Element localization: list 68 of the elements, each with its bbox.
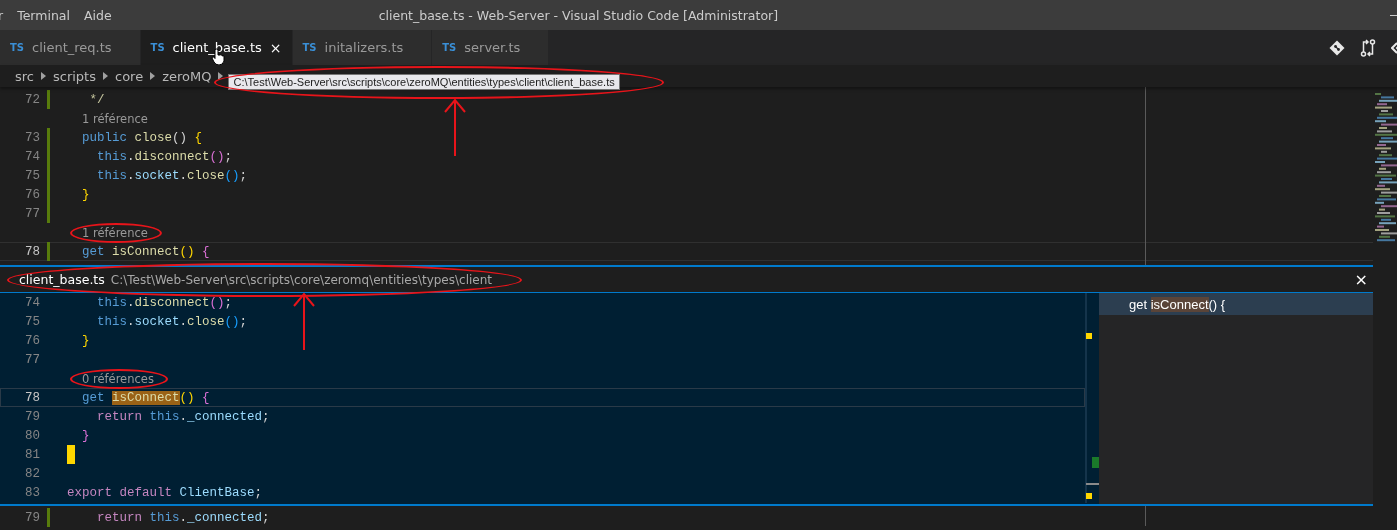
window-title: client_base.ts - Web-Server - Visual Studio Code [Administrator] [378, 7, 779, 23]
line-number: 78 [24, 390, 40, 405]
code-line: } [81, 333, 90, 348]
breadcrumb-item[interactable]: zeroMQ [162, 68, 212, 84]
chevron-icon [150, 72, 156, 80]
reference-count-link[interactable]: 0 références [82, 372, 154, 386]
line-number: 77 [24, 206, 40, 221]
line-number: 79 [24, 510, 40, 525]
code-line: this.socket.close(); [96, 168, 248, 183]
code-line: get isConnect() { [81, 390, 210, 405]
editor-tab[interactable]: TS client_base.ts × [140, 30, 293, 65]
breadcrumb-item[interactable]: scripts [53, 68, 96, 84]
editor-tab[interactable]: TS initalizers.ts [292, 30, 433, 65]
typescript-file-icon: TS [302, 42, 317, 53]
code-line: get isConnect() { [81, 244, 210, 259]
breadcrumb-item[interactable]: src [15, 68, 34, 84]
line-number: 73 [24, 130, 40, 145]
code-line: return this._connected; [96, 409, 270, 424]
code-line: return this._connected; [96, 510, 270, 525]
close-icon[interactable]: × [269, 39, 282, 56]
chevron-icon [41, 72, 46, 80]
line-number: 79 [24, 409, 40, 424]
editor-tab[interactable]: TS client_req.ts [0, 30, 141, 65]
line-number: 76 [24, 187, 40, 202]
chevron-icon [103, 72, 108, 80]
typescript-file-icon: TS [150, 42, 165, 53]
tab-label: client_base.ts [172, 40, 262, 55]
code-line: */ [88, 92, 105, 107]
peek-file-name: client_base.ts [19, 272, 105, 287]
reference-count-link[interactable]: 1 référence [82, 226, 148, 240]
peek-file-path: C:\Test\Web-Server\src\scripts\core\zeromq\entities\types\client [110, 273, 492, 287]
code-line: this.disconnect(); [96, 295, 233, 310]
line-number: 76 [24, 333, 40, 348]
code-line: } [81, 428, 90, 443]
chevron-icon [218, 72, 224, 80]
line-number: 77 [24, 352, 40, 367]
path-tooltip: C:\Test\Web-Server\src\scripts\core\zeroMQ\entities\types\client\client_base.ts [228, 74, 620, 90]
reference-count-link[interactable]: 1 référence [82, 112, 148, 126]
menu-item[interactable]: r [0, 7, 4, 23]
close-button[interactable]: × [1354, 270, 1368, 289]
minimize-icon[interactable] [1390, 14, 1397, 16]
line-number: 82 [24, 466, 40, 481]
tab-label: client_req.ts [32, 40, 112, 55]
tab-label: server.ts [464, 40, 521, 55]
code-line: } [81, 187, 90, 202]
reference-item[interactable]: get isConnect() { [1099, 293, 1373, 315]
tab-label: initalizers.ts [324, 40, 404, 55]
code-line: this.disconnect(); [96, 149, 233, 164]
line-number: 83 [24, 485, 40, 500]
line-number: 75 [24, 314, 40, 329]
line-number: 80 [24, 428, 40, 443]
code-line: export default ClientBase; [67, 485, 263, 500]
compare-changes-icon [1360, 38, 1376, 57]
menu-item[interactable]: Aide [83, 7, 112, 23]
typescript-file-icon: TS [10, 42, 25, 53]
code-line: public close() { [81, 130, 203, 145]
line-number: 74 [24, 149, 40, 164]
line-number: 72 [24, 92, 40, 107]
typescript-file-icon: TS [442, 42, 457, 53]
code-line: this.socket.close(); [96, 314, 248, 329]
menu-item[interactable]: Terminal [17, 7, 70, 23]
line-number: 81 [24, 447, 40, 462]
line-number: 78 [24, 244, 40, 259]
git-icon [1329, 39, 1345, 56]
line-number: 74 [24, 295, 40, 310]
editor-tab[interactable]: TS server.ts [432, 30, 550, 65]
breadcrumb-item[interactable]: core [115, 68, 144, 84]
line-number: 75 [24, 168, 40, 183]
